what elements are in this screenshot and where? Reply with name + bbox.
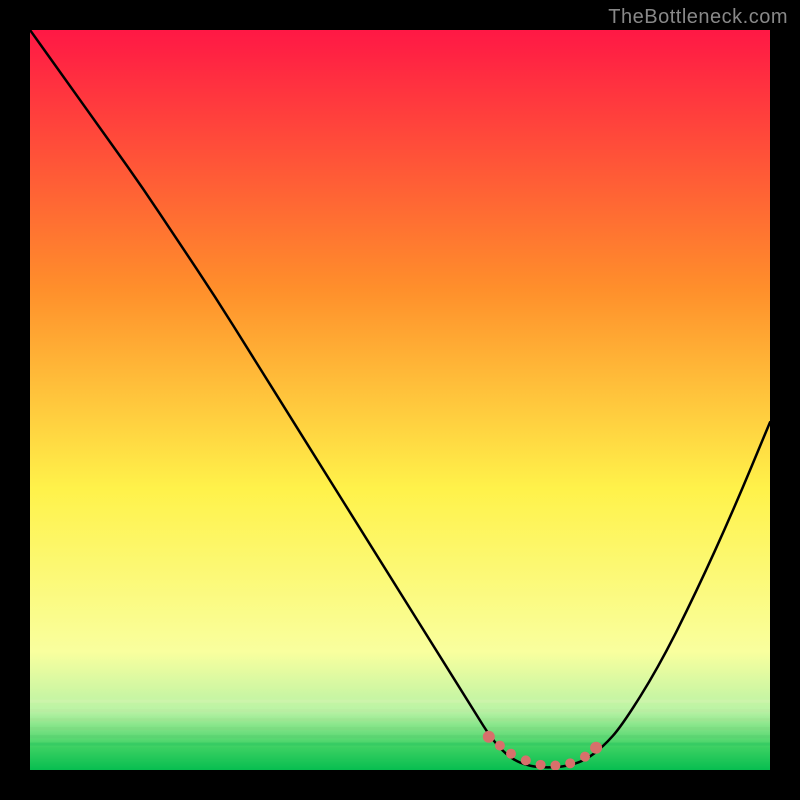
optimal-marker bbox=[580, 752, 590, 762]
optimal-marker bbox=[565, 758, 575, 768]
green-band bbox=[30, 727, 770, 730]
optimal-marker bbox=[536, 760, 546, 770]
optimal-marker bbox=[590, 742, 602, 754]
green-band bbox=[30, 743, 770, 746]
bottleneck-chart bbox=[30, 30, 770, 770]
chart-frame bbox=[30, 30, 770, 770]
optimal-marker bbox=[483, 731, 495, 743]
optimal-marker bbox=[521, 755, 531, 765]
heat-gradient-bg bbox=[30, 30, 770, 770]
green-band bbox=[30, 700, 770, 703]
optimal-marker bbox=[506, 749, 516, 759]
green-band bbox=[30, 718, 770, 721]
green-band bbox=[30, 735, 770, 738]
watermark-text: TheBottleneck.com bbox=[608, 6, 788, 29]
green-band bbox=[30, 709, 770, 712]
optimal-marker bbox=[495, 741, 505, 751]
